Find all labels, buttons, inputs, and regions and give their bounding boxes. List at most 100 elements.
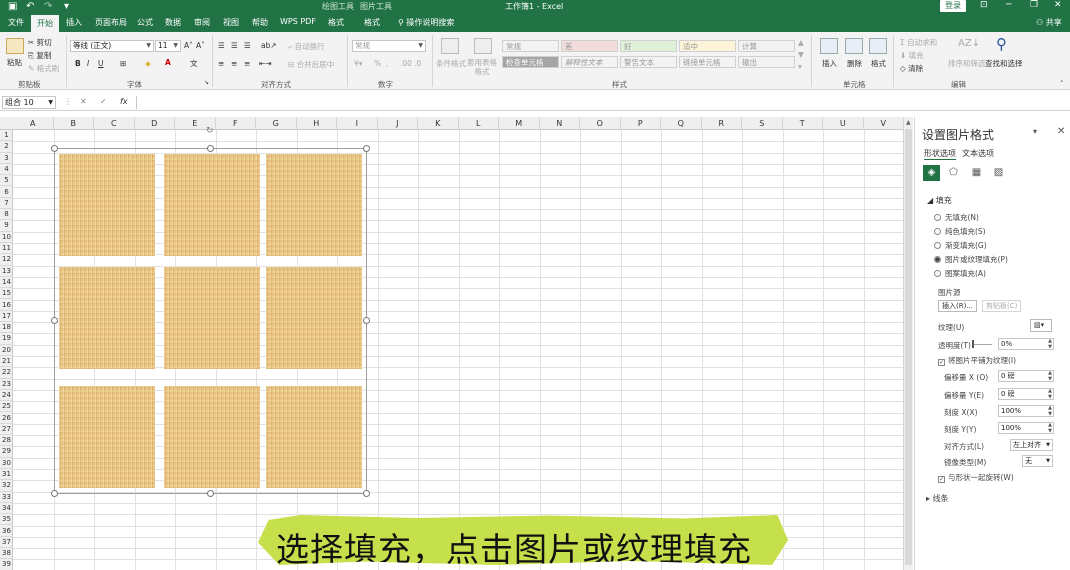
texture-tile[interactable] — [164, 386, 260, 488]
spinner-arrows-icon[interactable]: ▲ ▼ — [1048, 422, 1052, 434]
row-header[interactable]: 8 — [0, 209, 13, 221]
fill-line-icon[interactable]: ◈ — [923, 165, 940, 181]
font-dialog-launcher-icon[interactable]: ↘ — [204, 79, 209, 86]
currency-icon[interactable]: ¥▾ — [354, 59, 363, 68]
row-header[interactable]: 4 — [0, 164, 13, 176]
column-header[interactable]: F — [216, 117, 256, 130]
row-header[interactable]: 5 — [0, 175, 13, 187]
texture-tile[interactable] — [164, 154, 260, 256]
row-header[interactable]: 15 — [0, 288, 13, 300]
tab-review[interactable]: 审阅 — [194, 17, 210, 28]
font-name-combo[interactable]: 等线 (正文) ▼ — [70, 40, 154, 52]
underline-button[interactable]: U — [98, 59, 104, 68]
cell-style-check-cell[interactable]: 检查单元格 — [502, 56, 559, 68]
align-right-icon[interactable]: ≡ — [244, 59, 250, 68]
cell-style-calculation[interactable]: 计算 — [738, 40, 795, 52]
radio-gradient-fill[interactable]: 渐变填充(G) — [934, 240, 987, 251]
row-header[interactable]: 14 — [0, 277, 13, 289]
resize-handle[interactable] — [363, 490, 370, 497]
mirror-type-dropdown[interactable]: 无 ▼ — [1022, 455, 1053, 467]
insert-cells-label[interactable]: 插入 — [822, 58, 837, 69]
radio-no-fill[interactable]: 无填充(N) — [934, 212, 979, 223]
row-header[interactable]: 27 — [0, 424, 13, 436]
texture-tile[interactable] — [59, 386, 155, 488]
row-header[interactable]: 23 — [0, 379, 13, 390]
name-box[interactable]: 组合 10 ▼ — [2, 96, 56, 109]
row-header[interactable]: 31 — [0, 469, 13, 481]
row-header[interactable]: 22 — [0, 367, 13, 379]
column-header[interactable]: J — [378, 117, 418, 130]
texture-tile[interactable] — [266, 386, 362, 488]
tab-wps-pdf[interactable]: WPS PDF — [280, 17, 316, 26]
tab-page-layout[interactable]: 页面布局 — [95, 17, 127, 28]
column-header[interactable]: B — [54, 117, 94, 130]
tab-help[interactable]: 帮助 — [252, 17, 268, 28]
column-header[interactable]: P — [621, 117, 661, 130]
row-header[interactable]: 7 — [0, 198, 13, 210]
fill-section-header[interactable]: ◢ 填充 — [927, 195, 952, 206]
spinner-arrows-icon[interactable]: ▲ ▼ — [1048, 405, 1052, 417]
grow-font-icon[interactable]: A˄ — [184, 41, 193, 50]
format-as-table-label[interactable]: 套用表格格式 — [466, 58, 498, 76]
texture-tile[interactable] — [59, 154, 155, 256]
tab-text-options[interactable]: 文本选项 — [962, 148, 994, 159]
tab-formulas[interactable]: 公式 — [137, 17, 153, 28]
conditional-format-label[interactable]: 条件格式 — [436, 58, 466, 69]
column-header[interactable]: D — [135, 117, 175, 130]
column-header[interactable]: G — [256, 117, 297, 130]
fill-button[interactable]: ⬇ 填充 — [900, 50, 924, 61]
column-header[interactable]: O — [580, 117, 621, 130]
copy-button[interactable]: ⎘ 复制 — [28, 50, 51, 61]
spinner-arrows-icon[interactable]: ▲ ▼ — [1048, 388, 1052, 400]
font-color-icon[interactable]: A — [165, 58, 171, 67]
row-header[interactable]: 30 — [0, 458, 13, 469]
paste-label[interactable]: 粘贴 — [7, 57, 22, 68]
offset-x-input[interactable]: 0 磅 ▲ ▼ — [998, 370, 1054, 382]
sort-filter-icon[interactable]: AZ↓ — [958, 38, 980, 49]
resize-handle[interactable] — [207, 145, 214, 152]
texture-tile[interactable] — [266, 267, 362, 369]
row-header[interactable]: 10 — [0, 232, 13, 243]
row-header[interactable]: 37 — [0, 537, 13, 549]
tab-data[interactable]: 数据 — [165, 17, 181, 28]
italic-button[interactable]: I — [87, 59, 89, 68]
customize-qat-icon[interactable]: ▾ — [64, 1, 69, 12]
column-header[interactable]: L — [459, 117, 499, 130]
comma-icon[interactable]: , — [386, 59, 388, 68]
insert-picture-button[interactable]: 插入(R)... — [938, 300, 978, 312]
row-header[interactable]: 36 — [0, 526, 13, 537]
column-header[interactable]: A — [13, 117, 54, 130]
increase-decimal-icon[interactable]: .00 — [400, 59, 412, 68]
align-center-icon[interactable]: ≡ — [231, 59, 237, 68]
texture-picker[interactable]: ▨▾ — [1030, 319, 1052, 332]
styles-more-icon[interactable]: ▾ — [798, 62, 802, 71]
format-cells-label[interactable]: 格式 — [871, 58, 886, 69]
shrink-font-icon[interactable]: A˅ — [196, 41, 205, 50]
row-header[interactable]: 35 — [0, 514, 13, 526]
row-header[interactable]: 34 — [0, 503, 13, 515]
tell-me-search[interactable]: ⚲ 操作说明搜索 — [398, 17, 454, 28]
tile-as-texture-checkbox[interactable]: ✓ 将图片平铺为纹理(I) — [938, 355, 1016, 366]
pane-close-icon[interactable]: ✕ — [1057, 126, 1065, 137]
cut-button[interactable]: ✂ 剪切 — [28, 37, 52, 48]
clear-button[interactable]: ◇ 清除 — [900, 63, 923, 74]
row-header[interactable]: 16 — [0, 300, 13, 311]
resize-handle[interactable] — [51, 145, 58, 152]
line-section-header[interactable]: ▸ 线条 — [926, 493, 949, 504]
rotate-handle-icon[interactable]: ↻ — [206, 126, 216, 136]
row-header[interactable]: 17 — [0, 311, 13, 323]
cell-style-bad[interactable]: 差 — [561, 40, 618, 52]
format-painter-button[interactable]: ✎ 格式刷 — [28, 63, 59, 74]
row-header[interactable]: 29 — [0, 446, 13, 458]
resize-handle[interactable] — [51, 490, 58, 497]
align-top-icon[interactable]: ☰ — [218, 41, 225, 50]
size-properties-icon[interactable]: ▦ — [968, 165, 985, 181]
format-as-table-icon[interactable] — [474, 38, 492, 54]
rotate-with-shape-checkbox[interactable]: ✓ 与形状一起旋转(W) — [938, 472, 1014, 483]
row-header[interactable]: 39 — [0, 559, 13, 570]
spinner-arrows-icon[interactable]: ▲ ▼ — [1048, 338, 1052, 350]
cell-style-warning[interactable]: 警告文本 — [620, 56, 677, 68]
find-select-label[interactable]: 查找和选择 — [985, 58, 1023, 69]
row-header[interactable]: 2 — [0, 141, 13, 153]
alignment-dropdown[interactable]: 左上对齐 ▼ — [1010, 439, 1053, 451]
